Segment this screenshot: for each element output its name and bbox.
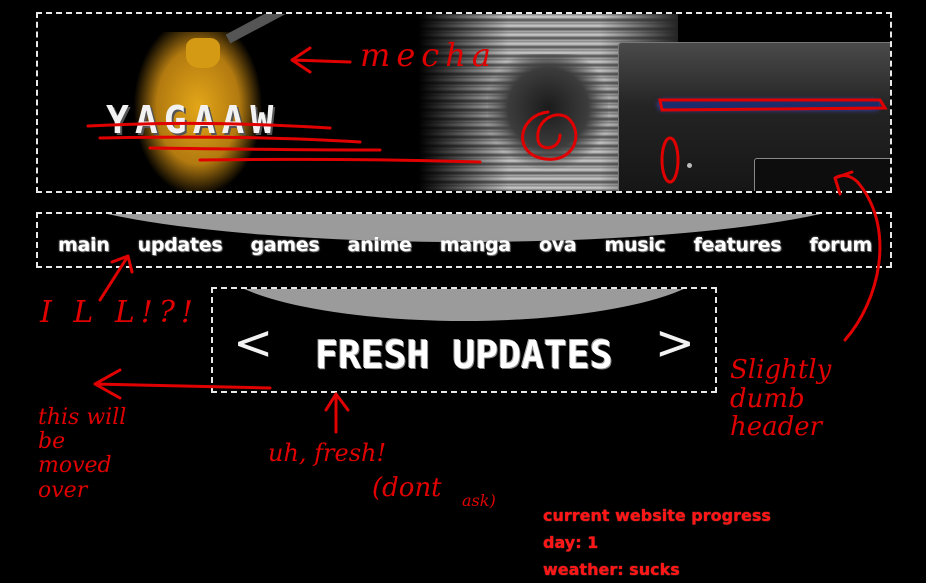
annotation-dont: (dont	[372, 473, 442, 503]
console-tray	[754, 158, 890, 191]
nav-item-anime[interactable]: anime	[348, 234, 412, 256]
site-logo[interactable]: YAGAAW	[106, 98, 279, 142]
annotation-mecha: mecha	[360, 36, 497, 74]
nav-item-features[interactable]: features	[694, 234, 782, 256]
console-led	[687, 163, 692, 168]
anime-character	[488, 54, 608, 174]
nav-item-updates[interactable]: updates	[138, 234, 223, 256]
updates-title: FRESH UPDATES	[315, 333, 613, 377]
progress-title: current website progress	[543, 506, 771, 525]
annotation-ill: I L L!?!	[40, 295, 199, 330]
nav-item-games[interactable]: games	[250, 234, 319, 256]
console-light-bar	[659, 101, 879, 109]
annotation-ask: ask)	[462, 491, 496, 510]
nav-item-music[interactable]: music	[604, 234, 665, 256]
game-console-image	[618, 42, 890, 191]
progress-weather: weather: sucks	[543, 560, 680, 579]
fresh-updates-box: < FRESH UPDATES >	[211, 287, 717, 393]
nav-item-forum[interactable]: forum	[809, 234, 872, 256]
nav-item-main[interactable]: main	[58, 234, 110, 256]
annotation-dumb-header: Slightly dumb header	[730, 355, 832, 443]
annotation-moved-over: this will be moved over	[38, 405, 127, 503]
nav-item-ova[interactable]: ova	[539, 234, 577, 256]
mecha-head	[186, 38, 220, 68]
nav-bar: main updates games anime manga ova music…	[36, 212, 892, 268]
progress-notes: current website progress day: 1 weather:…	[543, 502, 771, 583]
updates-arc	[213, 289, 715, 321]
next-arrow-button[interactable]: >	[655, 319, 695, 367]
annotation-fresh: uh, fresh!	[268, 439, 387, 467]
nav-item-manga[interactable]: manga	[440, 234, 511, 256]
fresh-arrow	[324, 392, 350, 434]
progress-day: day: 1	[543, 533, 599, 552]
